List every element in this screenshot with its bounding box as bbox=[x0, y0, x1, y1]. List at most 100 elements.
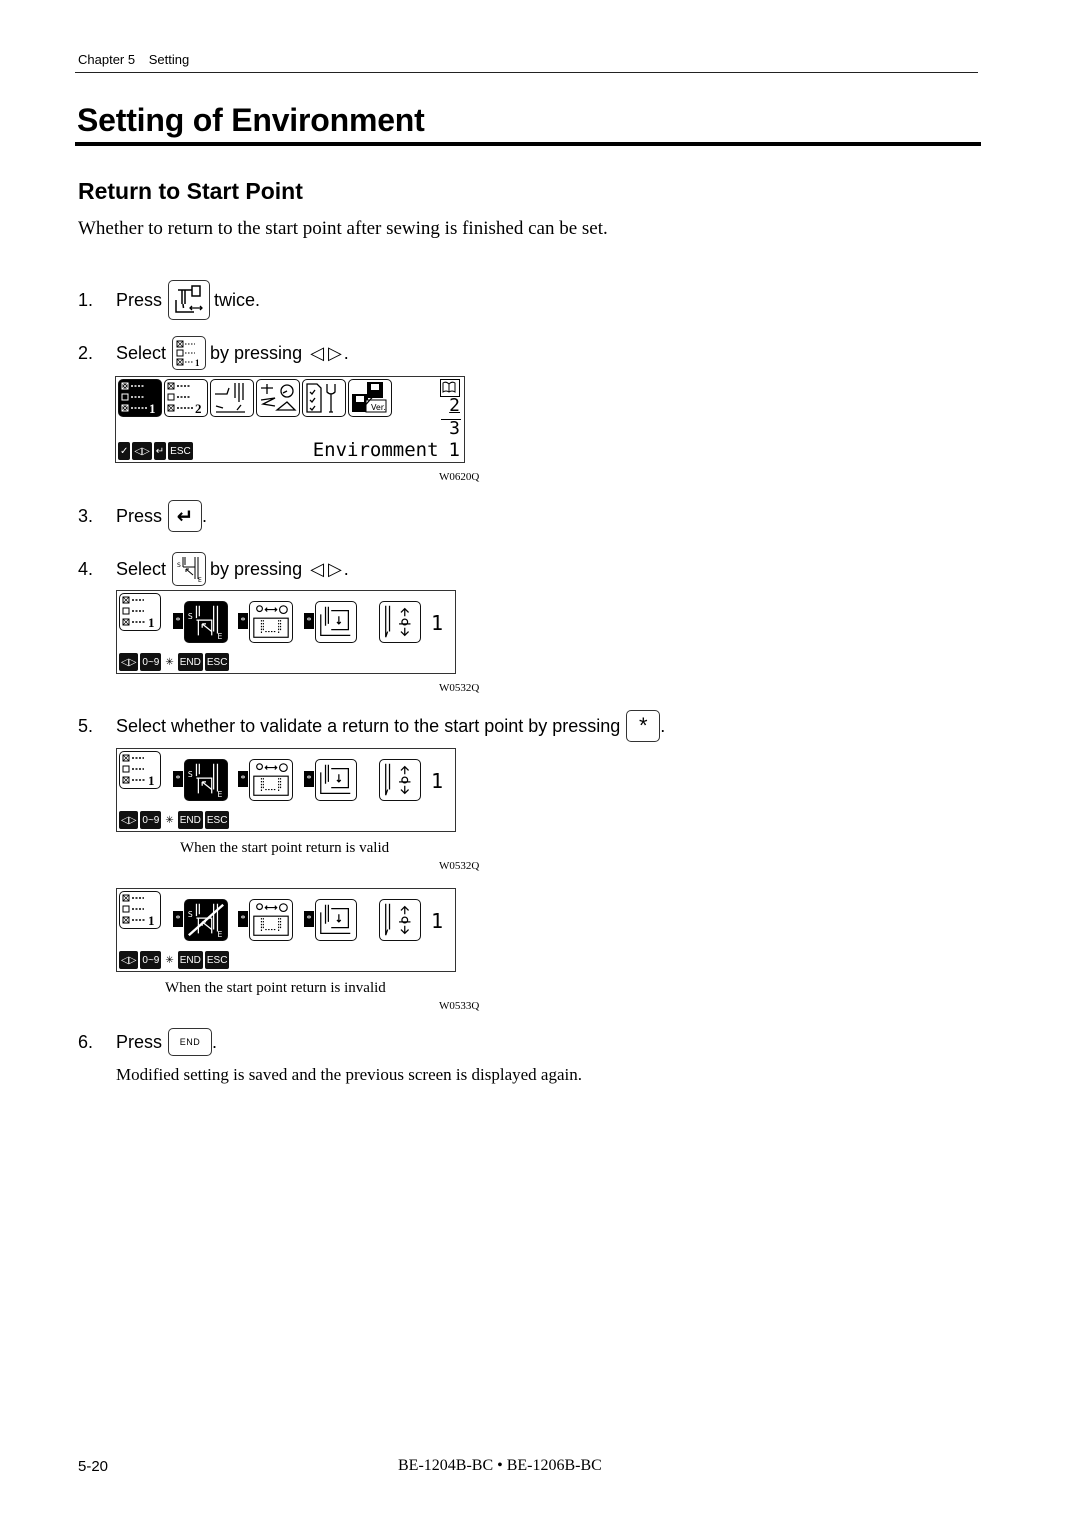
svg-text:1: 1 bbox=[148, 615, 155, 630]
page-number[interactable]: 2 bbox=[449, 397, 460, 415]
environment-1-tab[interactable]: 1 bbox=[119, 593, 161, 631]
esc-key[interactable]: ESC bbox=[168, 442, 193, 460]
floppy-version-icon: Ver. bbox=[352, 382, 387, 413]
sewing-head-mode-key[interactable] bbox=[168, 280, 211, 320]
asterisk-key[interactable]: ✳ bbox=[163, 951, 176, 969]
needle-up-down-icon bbox=[385, 763, 411, 796]
start-point-return-option[interactable]: S E bbox=[184, 759, 228, 801]
svg-text:E: E bbox=[198, 577, 202, 583]
numeric-key[interactable]: 0~9 bbox=[140, 811, 162, 829]
lcd-function-bar: ◁▷ 0~9 ✳ END ESC bbox=[119, 951, 230, 969]
star-marker: * bbox=[304, 613, 314, 629]
asterisk-icon: * bbox=[639, 713, 648, 738]
title-rule bbox=[75, 142, 981, 146]
end-key[interactable]: END bbox=[177, 951, 203, 969]
page-number-footer: 5-20 bbox=[78, 1458, 109, 1475]
asterisk-key[interactable]: * bbox=[626, 710, 661, 742]
period: . bbox=[343, 558, 349, 579]
page-title: Setting of Environment bbox=[77, 102, 425, 138]
svg-text:S: S bbox=[188, 910, 193, 919]
lcd-function-bar: ◁▷ 0~9 ✳ END ESC bbox=[119, 811, 230, 829]
thread-trimming-option[interactable] bbox=[249, 899, 293, 941]
frame-return-option[interactable] bbox=[315, 899, 357, 941]
esc-key[interactable]: ESC bbox=[204, 653, 230, 671]
star-marker: * bbox=[304, 771, 314, 787]
start-point-return-icon: S E bbox=[188, 763, 222, 799]
enter-icon: ↵ bbox=[176, 505, 194, 528]
left-right-key[interactable]: ◁▷ bbox=[119, 811, 139, 829]
step-text: Press bbox=[116, 289, 163, 310]
environment-1-key[interactable]: 1 bbox=[172, 336, 207, 370]
enter-key[interactable]: ↵ bbox=[168, 500, 203, 532]
frame-return-option[interactable] bbox=[315, 759, 357, 801]
confirm-key[interactable]: ✓ bbox=[118, 442, 131, 460]
step-text-after: . bbox=[212, 1031, 218, 1052]
star-marker: * bbox=[173, 613, 183, 629]
enter-key[interactable]: ↵ bbox=[153, 442, 167, 460]
start-point-return-icon: S E bbox=[188, 605, 222, 641]
period: . bbox=[343, 342, 349, 363]
tab-speed-settings[interactable] bbox=[256, 379, 300, 417]
right-arrow-icon: ▷ bbox=[327, 558, 342, 579]
frame-return-option[interactable] bbox=[315, 601, 357, 643]
intro-text: Whether to return to the start point aft… bbox=[78, 218, 608, 239]
svg-text:1: 1 bbox=[148, 773, 155, 788]
tab-version-data[interactable]: Ver. bbox=[348, 379, 392, 417]
left-right-key[interactable]: ◁▷ bbox=[119, 653, 139, 671]
figure-caption: When the start point return is invalid bbox=[165, 980, 386, 996]
end-key[interactable]: END bbox=[177, 811, 203, 829]
needle-stop-value: 1 bbox=[431, 769, 444, 793]
tab-checklist-maintenance[interactable] bbox=[302, 379, 346, 417]
star-marker: * bbox=[238, 771, 248, 787]
left-right-key[interactable]: ◁▷ bbox=[132, 442, 152, 460]
svg-text:1: 1 bbox=[149, 401, 156, 416]
needle-stop-option[interactable] bbox=[379, 899, 421, 941]
star-marker: * bbox=[173, 911, 183, 927]
step-number: 3. bbox=[78, 505, 94, 526]
thread-trimming-option[interactable] bbox=[249, 759, 293, 801]
thread-trim-icon bbox=[253, 763, 289, 796]
sewing-machine-icon bbox=[215, 383, 245, 413]
asterisk-key[interactable]: ✳ bbox=[163, 653, 176, 671]
sewing-head-mode-icon bbox=[175, 285, 203, 313]
step-6-note: Modified setting is saved and the previo… bbox=[116, 1065, 582, 1084]
thread-trim-icon bbox=[253, 903, 289, 936]
start-point-return-option[interactable]: S E bbox=[184, 601, 228, 643]
environment-1-tab[interactable]: 1 bbox=[119, 751, 161, 789]
frame-return-icon bbox=[320, 764, 351, 794]
model-names: BE-1204B-BC • BE-1206B-BC bbox=[398, 1457, 602, 1474]
esc-key[interactable]: ESC bbox=[204, 811, 230, 829]
end-key[interactable]: END bbox=[168, 1028, 213, 1056]
tab-environment-1[interactable]: 1 bbox=[118, 379, 162, 417]
header-rule bbox=[75, 72, 978, 73]
star-marker: * bbox=[238, 613, 248, 629]
numeric-key[interactable]: 0~9 bbox=[140, 653, 162, 671]
thread-trimming-option[interactable] bbox=[249, 601, 293, 643]
start-point-return-key[interactable]: S E bbox=[172, 552, 207, 586]
svg-text:Ver.: Ver. bbox=[371, 403, 386, 412]
step-2: 2. Select 1 by pressing ◁ ▷ . bbox=[78, 336, 349, 370]
step-text: Select whether to validate a return to t… bbox=[116, 715, 621, 736]
asterisk-key[interactable]: ✳ bbox=[163, 811, 176, 829]
end-key[interactable]: END bbox=[177, 653, 203, 671]
esc-key[interactable]: ESC bbox=[204, 951, 230, 969]
figure-code: W0532Q bbox=[439, 682, 480, 694]
right-arrow-icon: ▷ bbox=[327, 342, 342, 363]
screen-title: Enviromment 1 bbox=[313, 439, 460, 461]
numeric-key[interactable]: 0~9 bbox=[140, 951, 162, 969]
page-number[interactable]: 3 bbox=[449, 420, 460, 438]
svg-text:S: S bbox=[188, 770, 193, 779]
lcd-function-bar: ◁▷ 0~9 ✳ END ESC bbox=[119, 653, 230, 671]
svg-text:E: E bbox=[217, 632, 222, 641]
needle-stop-option[interactable] bbox=[379, 759, 421, 801]
tab-environment-2[interactable]: 2 bbox=[164, 379, 208, 417]
step-text: Press bbox=[116, 505, 163, 526]
svg-text:E: E bbox=[217, 930, 222, 939]
left-right-key[interactable]: ◁▷ bbox=[119, 951, 139, 969]
step-text-after: by pressing bbox=[210, 342, 303, 363]
tab-sewing-machine[interactable] bbox=[210, 379, 254, 417]
environment-1-tab[interactable]: 1 bbox=[119, 891, 161, 929]
needle-stop-option[interactable] bbox=[379, 601, 421, 643]
lcd-function-bar: ✓ ◁▷ ↵ ESC bbox=[118, 442, 193, 460]
start-point-return-option[interactable]: S E bbox=[184, 899, 228, 941]
